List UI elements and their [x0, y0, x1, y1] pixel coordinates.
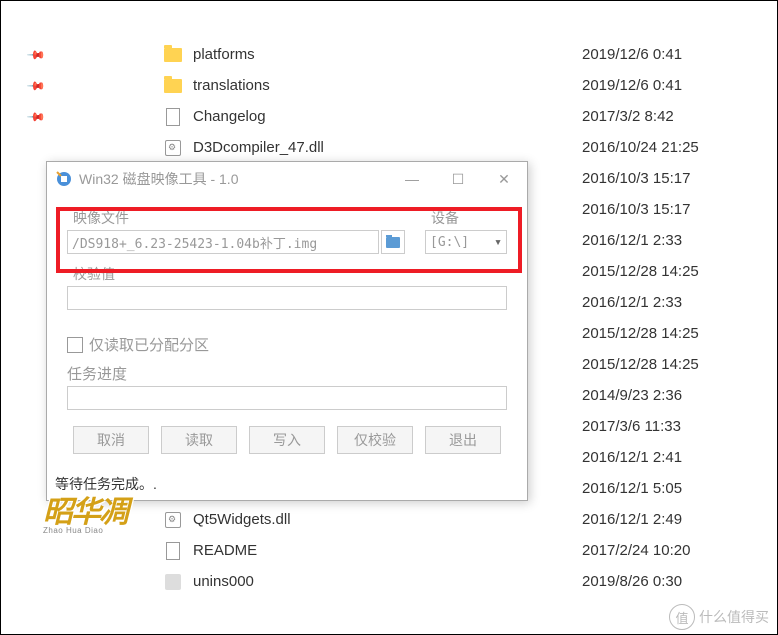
read-only-label: 仅读取已分配分区: [89, 334, 209, 355]
file-date: 2019/8/26 0:30: [582, 573, 777, 590]
dll-icon: [161, 140, 185, 156]
cancel-button[interactable]: 取消: [73, 426, 149, 454]
dialog-body: 映像文件 设备 [G:\] 校验值 仅读取已分配分区 任务进度: [47, 196, 527, 466]
file-date: 2015/12/28 14:25: [582, 263, 777, 280]
exit-button[interactable]: 退出: [425, 426, 501, 454]
file-date: 2016/12/1 5:05: [582, 480, 777, 497]
file-row[interactable]: D3Dcompiler_47.dll2016/10/24 21:25: [1, 132, 777, 163]
pin-icon: 📌: [1, 79, 71, 93]
dialog-title: Win32 磁盘映像工具 - 1.0: [79, 169, 389, 189]
file-date: 2017/3/6 11:33: [582, 418, 777, 435]
folder-icon: [161, 79, 185, 93]
file-date: 2014/9/23 2:36: [582, 387, 777, 404]
checksum-input[interactable]: [67, 286, 507, 310]
file-name: D3Dcompiler_47.dll: [193, 139, 582, 156]
file-name: platforms: [193, 46, 582, 63]
dll-icon: [161, 512, 185, 528]
progress-label: 任务进度: [67, 363, 507, 384]
file-date: 2015/12/28 14:25: [582, 325, 777, 342]
file-row[interactable]: unins0002019/8/26 0:30: [1, 566, 777, 597]
device-label: 设备: [425, 208, 507, 228]
file-row[interactable]: README2017/2/24 10:20: [1, 535, 777, 566]
watermark-right: 值 什么值得买: [669, 604, 769, 630]
file-date: 2016/12/1 2:33: [582, 294, 777, 311]
status-text: 等待任务完成。.: [55, 474, 157, 494]
write-button[interactable]: 写入: [249, 426, 325, 454]
disk-imager-dialog: Win32 磁盘映像工具 - 1.0 — ☐ ✕ 映像文件 设备 [G:\]: [46, 161, 528, 501]
file-icon: [161, 542, 185, 560]
file-date: 2016/12/1 2:49: [582, 511, 777, 528]
file-date: 2015/12/28 14:25: [582, 356, 777, 373]
watermark-badge: 值: [669, 604, 695, 630]
file-date: 2017/2/24 10:20: [582, 542, 777, 559]
device-select[interactable]: [G:\]: [425, 230, 507, 254]
read-only-checkbox[interactable]: [67, 337, 83, 353]
app-icon: [55, 170, 73, 188]
dialog-titlebar[interactable]: Win32 磁盘映像工具 - 1.0 — ☐ ✕: [47, 162, 527, 196]
file-date: 2019/12/6 0:41: [582, 46, 777, 63]
close-button[interactable]: ✕: [481, 164, 527, 194]
app-icon: [161, 574, 185, 590]
image-file-input[interactable]: [67, 230, 379, 254]
file-date: 2016/12/1 2:33: [582, 232, 777, 249]
folder-icon: [386, 237, 400, 248]
file-date: 2016/10/24 21:25: [582, 139, 777, 156]
file-name: unins000: [193, 573, 582, 590]
file-row[interactable]: 📌 translations2019/12/6 0:41: [1, 70, 777, 101]
file-row[interactable]: 📌 platforms2019/12/6 0:41: [1, 39, 777, 70]
file-date: 2019/12/6 0:41: [582, 77, 777, 94]
folder-icon: [161, 48, 185, 62]
file-date: 2016/10/3 15:17: [582, 170, 777, 187]
maximize-button[interactable]: ☐: [435, 164, 481, 194]
file-date: 2016/12/1 2:41: [582, 449, 777, 466]
file-name: Changelog: [193, 108, 582, 125]
pin-icon: 📌: [1, 110, 71, 124]
checksum-label: 校验值: [67, 264, 507, 284]
image-file-label: 映像文件: [67, 208, 405, 228]
watermark-logo: 昭华凋 Zhao Hua Diao: [43, 499, 153, 535]
pin-icon: 📌: [1, 48, 71, 62]
file-name: README: [193, 542, 582, 559]
file-name: translations: [193, 77, 582, 94]
read-button[interactable]: 读取: [161, 426, 237, 454]
browse-button[interactable]: [381, 230, 405, 254]
file-icon: [161, 108, 185, 126]
file-row[interactable]: 📌 Changelog2017/3/2 8:42: [1, 101, 777, 132]
file-name: Qt5Widgets.dll: [193, 511, 582, 528]
minimize-button[interactable]: —: [389, 164, 435, 194]
verify-button[interactable]: 仅校验: [337, 426, 413, 454]
file-date: 2016/10/3 15:17: [582, 201, 777, 218]
progress-bar: [67, 386, 507, 410]
file-date: 2017/3/2 8:42: [582, 108, 777, 125]
